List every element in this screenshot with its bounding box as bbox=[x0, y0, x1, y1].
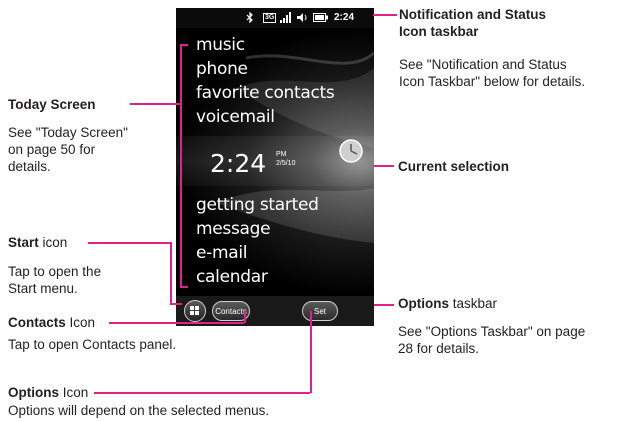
leader-options-taskbar bbox=[374, 304, 394, 306]
callout-contacts-desc: Tap to open Contacts panel. bbox=[8, 337, 177, 352]
contacts-title-bold: Contacts bbox=[8, 315, 66, 330]
callout-contacts-title: Contacts Icon bbox=[8, 314, 95, 331]
leader-today-bottom bbox=[180, 286, 188, 288]
today-item-e-mail[interactable]: e-mail bbox=[196, 243, 248, 263]
today-item-favorite-contacts[interactable]: favorite contacts bbox=[196, 83, 335, 103]
battery-icon bbox=[313, 13, 328, 25]
callout-options-icon-title: Options Icon bbox=[8, 384, 88, 401]
leader-start-v bbox=[170, 242, 172, 304]
contacts-title-suffix: Icon bbox=[69, 315, 96, 330]
set-button[interactable]: Set bbox=[302, 301, 338, 321]
status-title-line1: Notification and Status bbox=[399, 7, 547, 22]
start-desc-line1: Tap to open the bbox=[8, 264, 102, 279]
signal-icon bbox=[280, 12, 292, 26]
callout-status-desc: See "Notification and Status Icon Taskba… bbox=[399, 56, 585, 90]
clock-time[interactable]: 2:24 bbox=[210, 149, 266, 178]
today-item-phone[interactable]: phone bbox=[196, 59, 248, 79]
speaker-icon bbox=[297, 12, 309, 26]
leader-contacts-v bbox=[244, 311, 246, 323]
callout-today-desc: See "Today Screen" on page 50 for detail… bbox=[8, 124, 128, 175]
start-title-suffix: icon bbox=[42, 235, 68, 250]
today-item-music[interactable]: music bbox=[196, 35, 245, 55]
status-time: 2:24 bbox=[334, 12, 355, 23]
windows-icon bbox=[190, 306, 199, 315]
notification-status-bar[interactable]: 3G 2:24 bbox=[176, 8, 374, 28]
callout-current-selection: Current selection bbox=[398, 159, 510, 174]
leader-today-top bbox=[180, 44, 188, 46]
clock-date: 2/5/10 bbox=[276, 160, 296, 167]
today-screen: music phone favorite contacts voicemail … bbox=[176, 28, 374, 296]
status-title-line2: Icon taskbar bbox=[399, 24, 479, 39]
callout-start-desc: Tap to open the Start menu. bbox=[8, 263, 101, 297]
clock-widget-icon bbox=[338, 138, 364, 169]
leader-start-end bbox=[170, 303, 182, 305]
options-taskbar-title-bold: Options bbox=[398, 296, 449, 311]
leader-current bbox=[374, 165, 394, 167]
start-desc-line2: Start menu. bbox=[8, 281, 78, 296]
leader-start-h bbox=[88, 242, 170, 244]
callout-options-icon-desc: Options will depend on the selected menu… bbox=[8, 403, 270, 418]
callout-start-title: Start icon bbox=[8, 234, 67, 251]
phone-screenshot: 3G 2:24 music phone favorite contacts vo… bbox=[176, 8, 374, 326]
callout-status-title: Notification and Status Icon taskbar bbox=[399, 6, 546, 40]
status-desc-line1: See "Notification and Status bbox=[399, 57, 567, 72]
options-taskbar-desc-line1: See "Options Taskbar" on page bbox=[398, 324, 586, 339]
bluetooth-icon bbox=[246, 11, 254, 26]
callout-options-taskbar-title: Options taskbar bbox=[398, 295, 497, 312]
options-icon-title-bold: Options bbox=[8, 385, 59, 400]
today-desc-line3: details. bbox=[8, 159, 51, 174]
leader-options-icon-h bbox=[94, 392, 310, 394]
start-button[interactable] bbox=[184, 300, 206, 322]
leader-status bbox=[373, 14, 397, 16]
options-taskbar-desc-line2: 28 for details. bbox=[398, 341, 480, 356]
leader-options-icon-v bbox=[310, 311, 312, 393]
today-desc-line2: on page 50 for bbox=[8, 142, 96, 157]
leader-today-bracket bbox=[180, 44, 182, 286]
clock-ampm: PM bbox=[276, 151, 287, 158]
callout-options-taskbar-desc: See "Options Taskbar" on page 28 for det… bbox=[398, 323, 585, 357]
leader-today bbox=[130, 103, 180, 105]
today-item-voicemail[interactable]: voicemail bbox=[196, 107, 275, 127]
today-item-getting-started[interactable]: getting started bbox=[196, 195, 319, 215]
start-title-bold: Start bbox=[8, 235, 39, 250]
today-item-message[interactable]: message bbox=[196, 219, 271, 239]
today-item-calendar[interactable]: calendar bbox=[196, 267, 268, 287]
leader-contacts-h bbox=[109, 322, 244, 324]
callout-today-title: Today Screen bbox=[8, 97, 96, 112]
options-taskbar-title-suffix: taskbar bbox=[452, 296, 498, 311]
3g-icon: 3G bbox=[263, 13, 277, 23]
options-icon-title-suffix: Icon bbox=[62, 385, 89, 400]
status-desc-line2: Icon Taskbar" below for details. bbox=[399, 74, 586, 89]
today-desc-line1: See "Today Screen" bbox=[8, 125, 128, 140]
